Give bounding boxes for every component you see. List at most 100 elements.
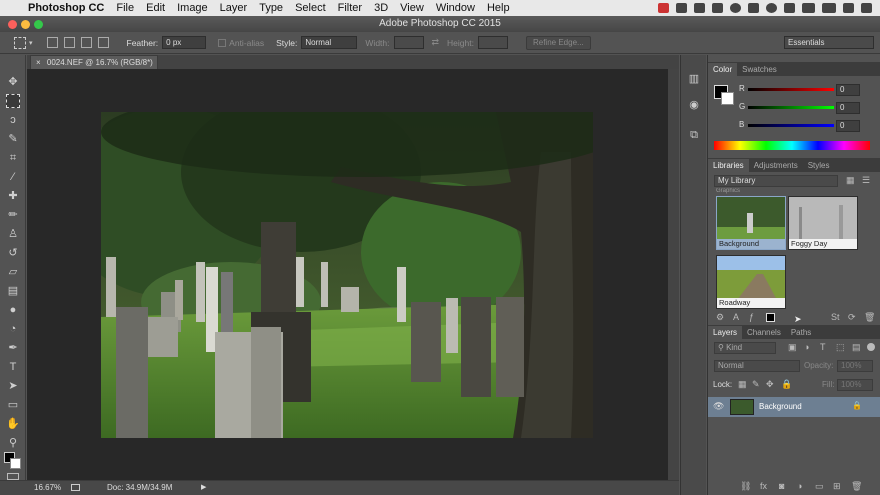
layer-name[interactable]: Background: [759, 402, 802, 411]
filter-smart-object-icon[interactable]: ▤: [852, 342, 861, 353]
blur-tool-icon[interactable]: ●: [6, 303, 20, 317]
sync-icon[interactable]: [712, 3, 723, 13]
menu-help[interactable]: Help: [481, 2, 516, 14]
refine-edge-button[interactable]: Refine Edge...: [525, 35, 591, 50]
menu-3d[interactable]: 3D: [368, 2, 394, 14]
document-image[interactable]: [101, 112, 593, 438]
menu-image[interactable]: Image: [171, 2, 214, 14]
rectangular-marquee-tool-icon[interactable]: [6, 94, 20, 108]
quick-selection-tool-icon[interactable]: ✎: [6, 132, 20, 146]
minimize-window-icon[interactable]: [21, 20, 30, 29]
lock-transparent-icon[interactable]: ▦: [738, 379, 747, 390]
color-spectrum-ramp[interactable]: [714, 141, 870, 150]
slider-blue-track[interactable]: [748, 124, 834, 127]
workspace-select[interactable]: Essentials: [784, 36, 874, 49]
menu-filter[interactable]: Filter: [332, 2, 368, 14]
slider-blue-value[interactable]: 0: [836, 120, 860, 132]
wifi-icon[interactable]: [802, 3, 815, 13]
properties-panel-icon[interactable]: ◉: [688, 99, 700, 111]
list-view-icon[interactable]: ☰: [862, 175, 870, 186]
chevron-down-icon[interactable]: ▾: [29, 39, 33, 47]
feather-input[interactable]: 0 px: [162, 36, 207, 49]
subtract-selection-icon[interactable]: [80, 37, 92, 48]
anti-alias-checkbox[interactable]: [218, 38, 227, 47]
record-icon[interactable]: [730, 3, 741, 13]
eyedropper-tool-icon[interactable]: ⁄: [6, 170, 20, 184]
width-input[interactable]: [393, 36, 424, 49]
style-select[interactable]: Normal: [301, 36, 358, 49]
lock-all-icon[interactable]: 🔒: [781, 379, 792, 390]
close-window-icon[interactable]: [8, 20, 17, 29]
menu-layer[interactable]: Layer: [214, 2, 254, 14]
swap-icon[interactable]: ⇄: [432, 37, 440, 48]
slider-red[interactable]: R 0: [708, 84, 880, 96]
new-layer-icon[interactable]: ⊞: [833, 481, 841, 492]
add-mask-icon[interactable]: ◙: [779, 481, 784, 491]
lasso-tool-icon[interactable]: ↄ: [6, 113, 20, 127]
add-character-style-icon[interactable]: A: [733, 312, 739, 322]
link-layers-icon[interactable]: ⛓: [740, 481, 751, 492]
tab-paths[interactable]: Paths: [786, 326, 816, 339]
add-layer-style-icon[interactable]: ƒ: [749, 312, 754, 322]
tab-layers[interactable]: Layers: [708, 326, 743, 339]
status-menu-arrow-icon[interactable]: ▶: [201, 481, 206, 495]
clone-stamp-tool-icon[interactable]: ♙: [6, 227, 20, 241]
brush-tool-icon[interactable]: ✏: [6, 208, 20, 222]
move-tool-icon[interactable]: ✥: [6, 75, 20, 89]
type-tool-icon[interactable]: T: [6, 360, 20, 374]
add-color-icon[interactable]: [766, 313, 775, 322]
intersect-selection-icon[interactable]: [97, 37, 109, 48]
marquee-preset-icon[interactable]: [14, 36, 26, 49]
slider-red-value[interactable]: 0: [836, 84, 860, 96]
slider-green-track[interactable]: [748, 106, 834, 109]
new-selection-icon[interactable]: [46, 37, 58, 48]
spotlight-icon[interactable]: [843, 3, 854, 13]
bluetooth-icon[interactable]: [784, 3, 795, 13]
slider-red-track[interactable]: [748, 88, 834, 91]
rectangle-tool-icon[interactable]: ▭: [6, 398, 20, 412]
lock-image-icon[interactable]: ✎: [752, 379, 760, 390]
crop-tool-icon[interactable]: ⌗: [6, 151, 20, 165]
battery-icon[interactable]: [748, 3, 759, 13]
zoom-window-icon[interactable]: [34, 20, 43, 29]
paragraph-panel-icon[interactable]: ⧉: [688, 129, 700, 141]
sync-library-icon[interactable]: ⟳: [848, 312, 856, 323]
tab-swatches[interactable]: Swatches: [737, 63, 782, 76]
close-tab-icon[interactable]: ×: [36, 58, 41, 67]
history-panel-icon[interactable]: ▥: [688, 73, 700, 85]
tab-adjustments[interactable]: Adjustments: [749, 159, 803, 172]
layer-filter-select[interactable]: ⚲ Kind: [714, 342, 776, 354]
slider-green-value[interactable]: 0: [836, 102, 860, 114]
grid-view-icon[interactable]: ▦: [846, 175, 855, 186]
notification-icon[interactable]: [658, 3, 669, 13]
filter-shape-icon[interactable]: ⬚: [836, 342, 845, 353]
layer-row-background[interactable]: 👁 Background 🔒: [708, 397, 880, 417]
menu-select[interactable]: Select: [289, 2, 332, 14]
opacity-input[interactable]: 100%: [837, 360, 873, 372]
slider-green[interactable]: G 0: [708, 102, 880, 114]
menu-photoshop[interactable]: Photoshop CC: [22, 2, 110, 14]
history-brush-tool-icon[interactable]: ↺: [6, 246, 20, 260]
zoom-tool-icon[interactable]: ⚲: [6, 436, 20, 450]
menu-type[interactable]: Type: [253, 2, 289, 14]
stock-icon[interactable]: St: [831, 312, 840, 322]
filter-pixel-icon[interactable]: ▣: [788, 342, 797, 353]
pen-tool-icon[interactable]: ✒: [6, 341, 20, 355]
vertical-scrollbar[interactable]: [668, 69, 679, 480]
quick-mask-icon[interactable]: [7, 473, 19, 480]
menu-window[interactable]: Window: [430, 2, 481, 14]
add-graphic-icon[interactable]: ⚙: [716, 312, 724, 323]
visibility-eye-icon[interactable]: 👁: [713, 401, 724, 412]
path-selection-tool-icon[interactable]: ➤: [6, 379, 20, 393]
gradient-tool-icon[interactable]: ▤: [6, 284, 20, 298]
time-machine-icon[interactable]: [766, 3, 777, 13]
dropbox-icon[interactable]: [694, 3, 705, 13]
menu-view[interactable]: View: [394, 2, 430, 14]
notification-center-icon[interactable]: [861, 3, 872, 13]
adjustment-layer-icon[interactable]: ◑: [797, 481, 802, 491]
filter-toggle-icon[interactable]: [867, 343, 875, 351]
tab-libraries[interactable]: Libraries: [708, 159, 749, 172]
volume-icon[interactable]: [822, 3, 836, 13]
layer-style-icon[interactable]: fx: [760, 481, 767, 491]
background-color-swatch[interactable]: [10, 458, 21, 469]
